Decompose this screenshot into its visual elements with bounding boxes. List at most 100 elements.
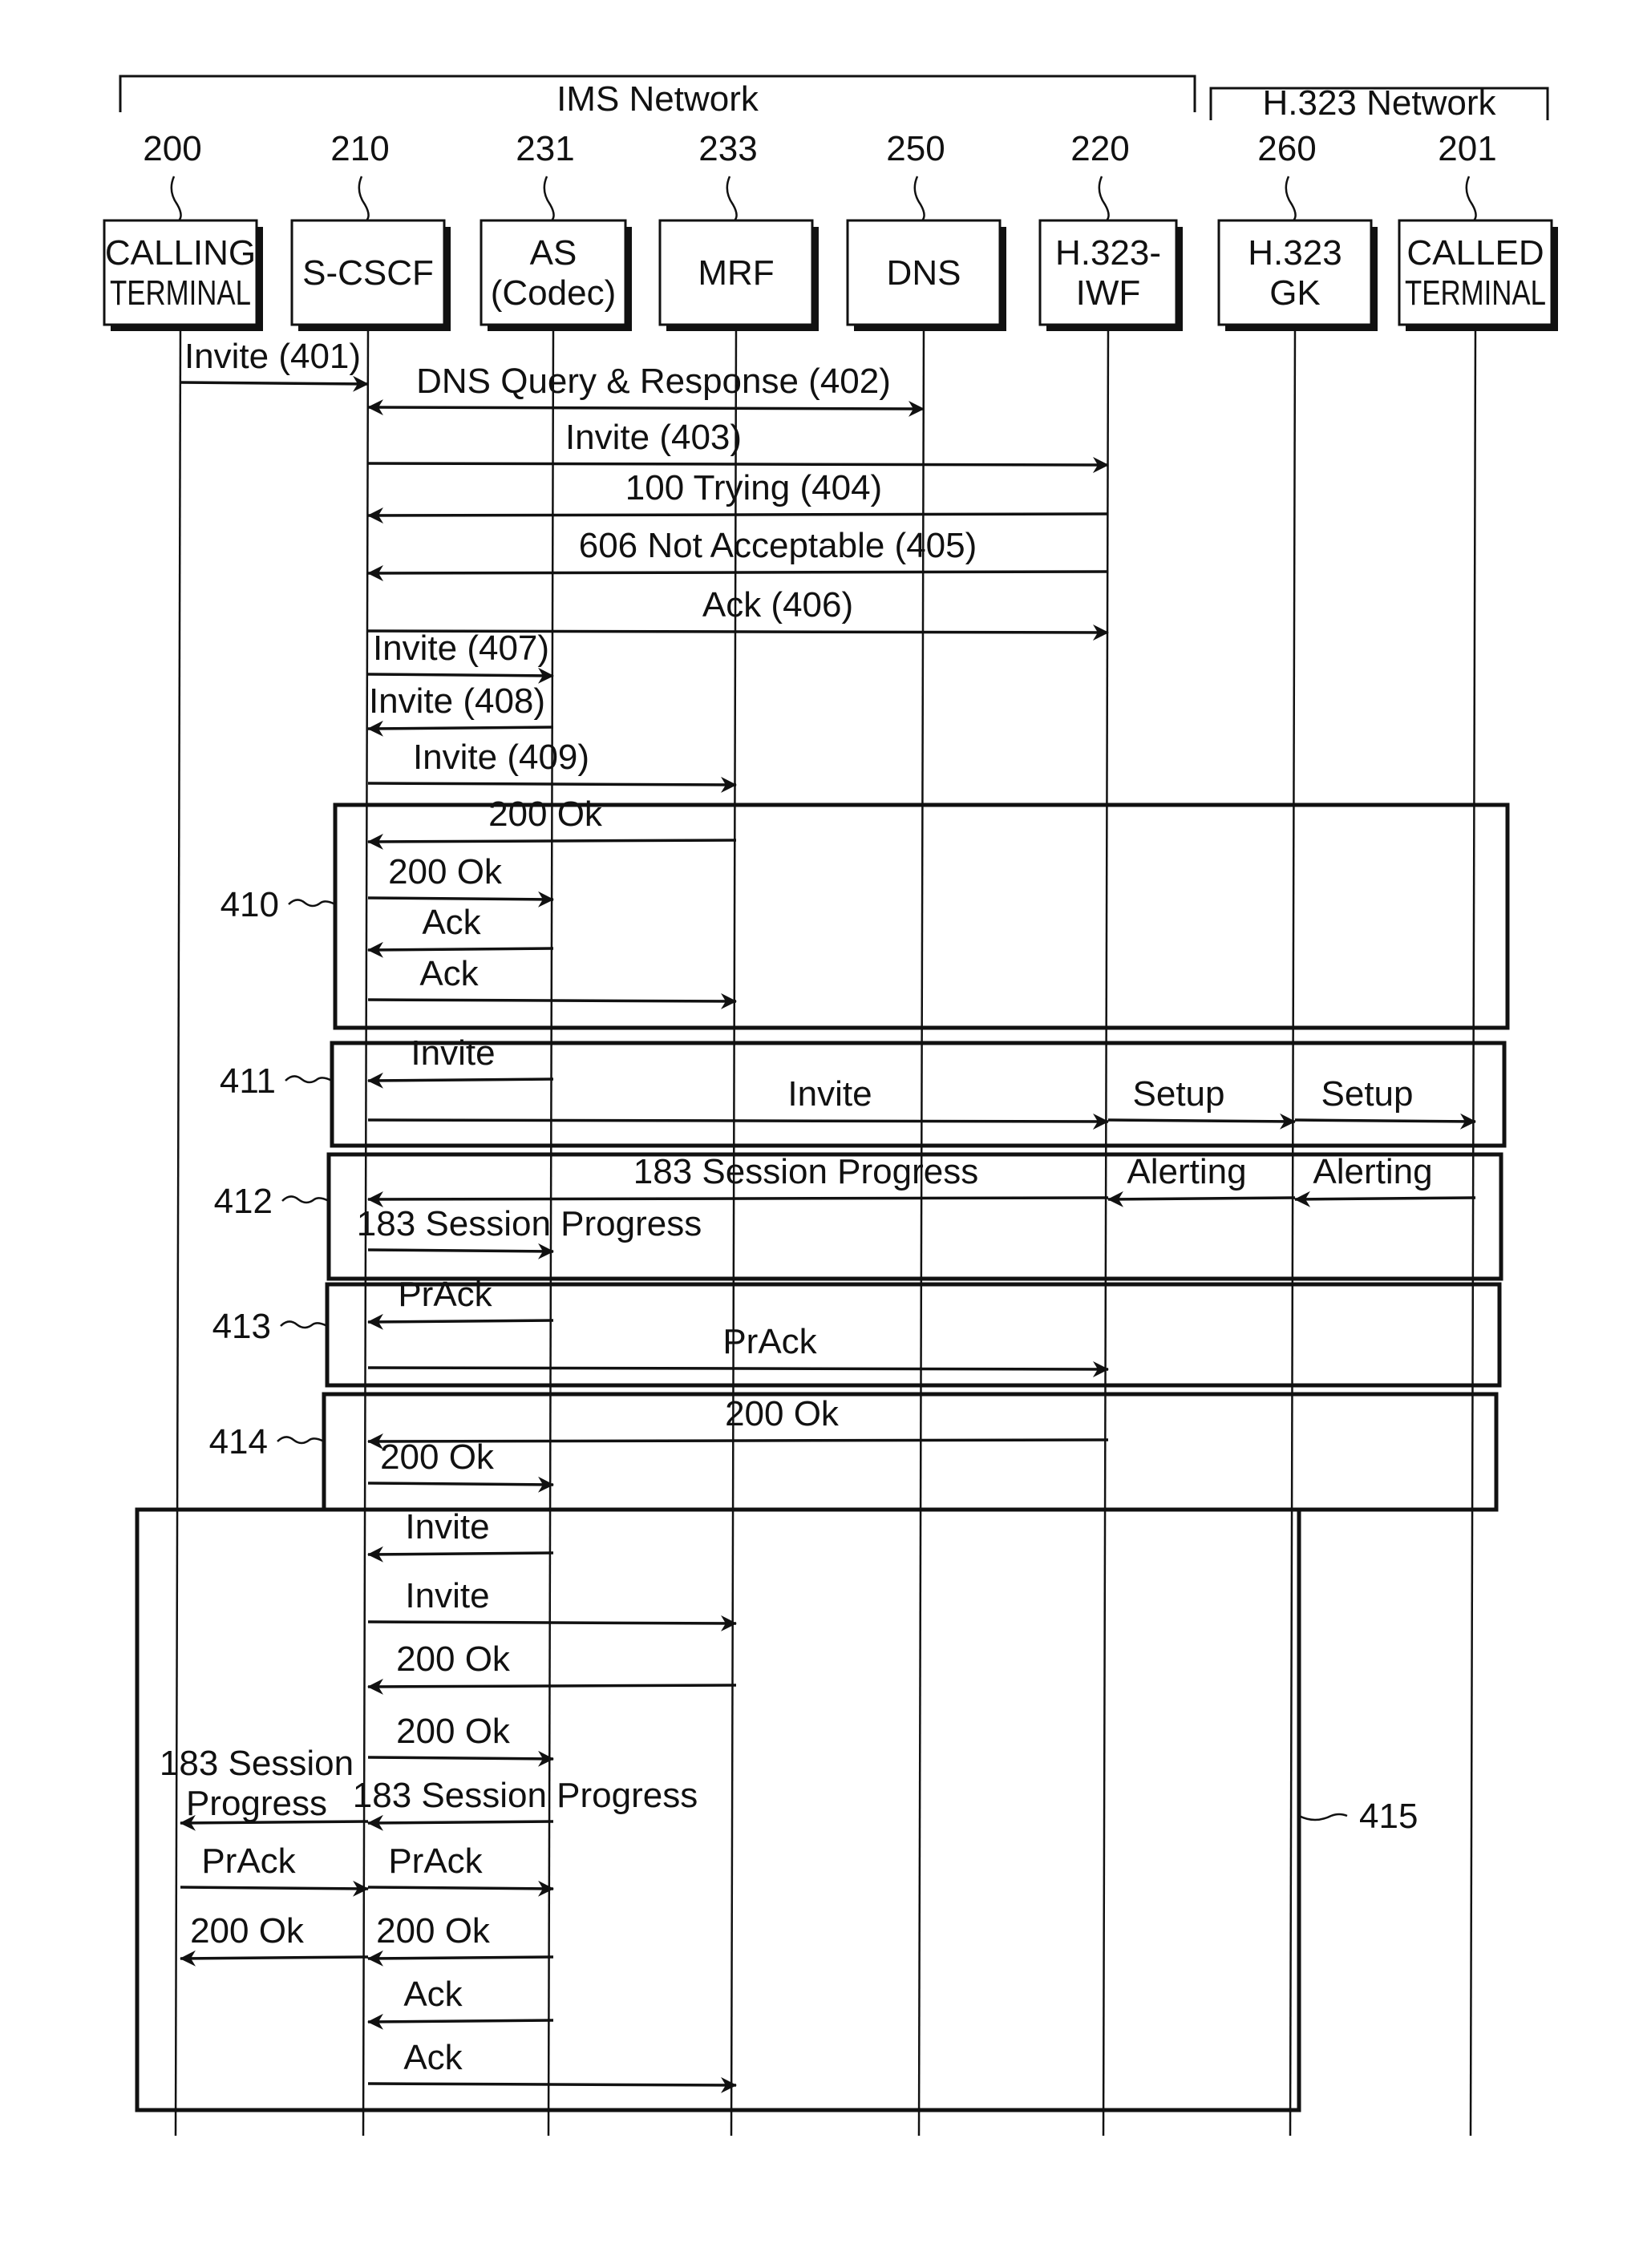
network-bracket-h323: H.323 Network	[1209, 83, 1549, 123]
message-label: PrAck	[388, 1841, 483, 1881]
message-arrow	[367, 833, 737, 850]
message: 200 Ok	[367, 1394, 1109, 1449]
participant-250: 250 DNS	[846, 129, 1006, 331]
group-frame	[322, 1392, 1499, 1512]
message-label: Alerting	[1313, 1152, 1432, 1191]
message-arrow	[367, 1313, 554, 1330]
message-label: Ack	[422, 903, 481, 942]
message-arrow	[1294, 1191, 1476, 1207]
message-arrow	[367, 1615, 737, 1631]
message: 183 Session Progress	[367, 1152, 1109, 1207]
message-label: Invite (403)	[565, 418, 742, 457]
message: Ack	[367, 2038, 737, 2093]
message: 200 Ok	[367, 1639, 737, 1695]
group-ref-label: 412	[214, 1182, 273, 1221]
messages: Invite (401) DNS Query & Response (402) In…	[160, 337, 1476, 2093]
message: 200 Ok	[367, 1437, 554, 1493]
participant-label: H.323-	[1055, 233, 1161, 273]
message: 100 Trying (404)	[367, 468, 1109, 524]
leader-line	[277, 1436, 325, 1445]
lifeline-200	[174, 324, 182, 2137]
message-label: Invite (409)	[413, 738, 589, 777]
network-label: H.323 Network	[1262, 83, 1496, 123]
message-label: DNS Query & Response (402)	[416, 362, 891, 401]
message-arrow	[367, 941, 554, 958]
participant-label: H.323	[1248, 233, 1342, 273]
participant-label: MRF	[698, 253, 774, 293]
message-arrow	[367, 1476, 554, 1493]
message: Invite (407)	[367, 629, 554, 684]
participant-ref-number: 201	[1438, 129, 1496, 168]
participants: 200CALLINGTERMINAL210S-CSCF231AS(Codec)2…	[103, 129, 1558, 331]
lifeline-220	[1102, 324, 1110, 2137]
participant-label: TERMINAL	[1405, 273, 1546, 313]
message-label: Invite (401)	[184, 337, 361, 376]
leader-line	[1298, 1813, 1348, 1821]
leader-line	[285, 1075, 333, 1084]
message-arrow	[1294, 1113, 1476, 1130]
message-label: Invite (408)	[369, 681, 545, 721]
message: Setup	[1294, 1074, 1476, 1130]
message: Invite (401)	[180, 337, 369, 392]
message-label: 606 Not Acceptable (405)	[579, 526, 977, 565]
message: Invite (408)	[367, 681, 554, 737]
message-arrow	[367, 891, 554, 908]
group-boxes: 410 411 412 413 414 415	[135, 802, 1510, 2112]
leader-line	[281, 1195, 330, 1204]
participant-200: 200 CALLINGTERMINAL	[103, 129, 263, 331]
message-label: 100 Trying (404)	[625, 468, 882, 507]
message-label: Alerting	[1127, 1152, 1246, 1191]
message: 183 Session Progress	[353, 1776, 698, 1831]
group-ref-label: 415	[1359, 1797, 1418, 1836]
leader-line	[726, 176, 738, 221]
group-box-415: 415	[135, 1507, 1418, 2112]
message-label: PrAck	[398, 1275, 492, 1314]
lifeline-201	[1469, 324, 1477, 2137]
message-label: 200 Ok	[488, 794, 603, 834]
participant-ref-number: 200	[143, 129, 201, 168]
message-arrow	[367, 1360, 1109, 1377]
message: 200 Ok	[367, 1712, 554, 1767]
participant-label: GK	[1269, 273, 1321, 313]
message-label: Ack (406)	[702, 585, 853, 625]
message-arrow	[367, 456, 1109, 473]
message: Ack	[367, 1975, 554, 2030]
message-label: 200 Ok	[396, 1712, 511, 1751]
participant-label: (Codec)	[491, 273, 617, 313]
network-bracket-ims: IMS Network	[119, 75, 1196, 119]
message-arrow	[367, 1072, 554, 1089]
message-arrow	[180, 1950, 369, 1967]
leader-line	[1465, 176, 1477, 221]
message: PrAck	[367, 1275, 554, 1330]
message-label: 200 Ok	[725, 1394, 840, 1433]
leader-line	[358, 176, 370, 221]
message-arrow	[367, 2013, 554, 2030]
message-label: Invite	[405, 1576, 489, 1615]
message-arrow	[367, 1243, 554, 1259]
lifeline-260	[1289, 324, 1297, 2137]
message-arrow	[367, 993, 737, 1009]
message: PrAck	[180, 1841, 369, 1897]
message-arrow	[180, 1880, 369, 1897]
message-label: Setup	[1321, 1074, 1414, 1114]
leader-line	[913, 176, 925, 221]
participant-label: IWF	[1076, 273, 1141, 313]
message-label: Invite	[787, 1074, 872, 1114]
message: Ack	[367, 903, 554, 958]
message: Setup	[1107, 1074, 1296, 1130]
message-arrow	[1107, 1191, 1296, 1207]
leader-line	[280, 1320, 328, 1329]
message-arrow	[367, 720, 554, 737]
message-arrow	[367, 1678, 737, 1695]
message: 183 Session Progress	[357, 1204, 702, 1259]
message-label: Invite (407)	[373, 629, 549, 668]
participant-ref-number: 220	[1070, 129, 1129, 168]
leader-line	[288, 899, 336, 908]
message-label: 200 Ok	[388, 852, 503, 891]
group-ref-label: 413	[212, 1307, 271, 1346]
network-label: IMS Network	[556, 79, 759, 119]
message-arrow	[367, 1191, 1109, 1207]
message-label: 183 Session Progress	[633, 1152, 978, 1191]
group-ref-label: 411	[220, 1061, 276, 1101]
message-arrow	[367, 507, 1109, 524]
